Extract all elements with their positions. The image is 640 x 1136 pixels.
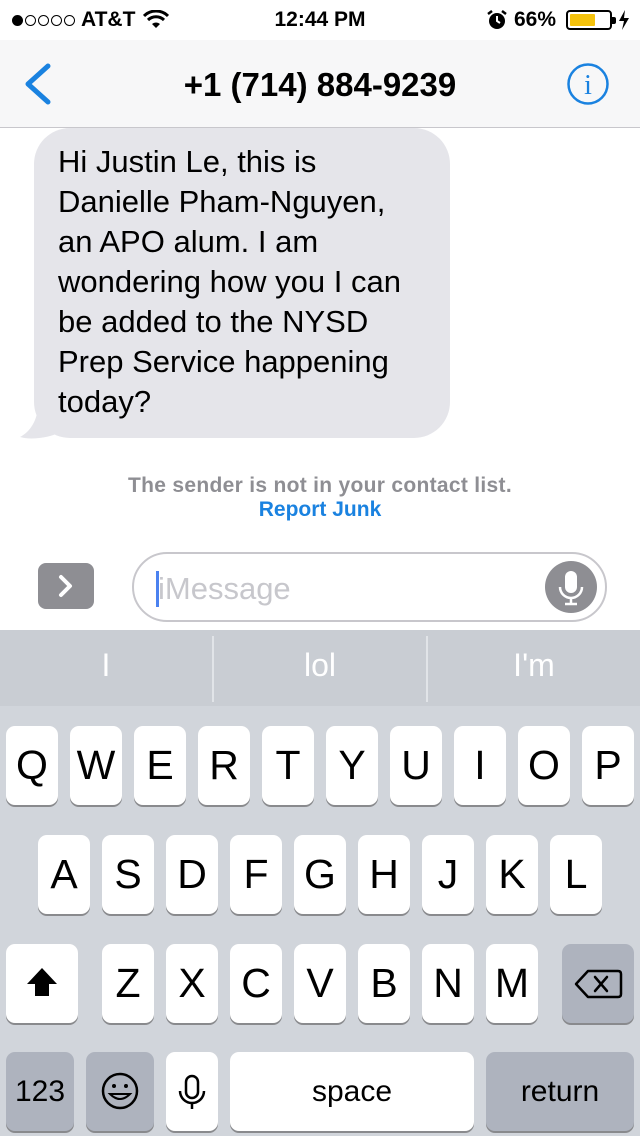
dictation-button[interactable] bbox=[545, 561, 597, 613]
charging-bolt-icon bbox=[619, 10, 629, 30]
key-y[interactable]: Y bbox=[326, 726, 378, 805]
return-key[interactable]: return bbox=[486, 1052, 634, 1131]
space-key[interactable]: space bbox=[230, 1052, 474, 1131]
incoming-message-bubble[interactable]: Hi Justin Le, this is Danielle Pham-Nguy… bbox=[34, 128, 450, 438]
key-f[interactable]: F bbox=[230, 835, 282, 914]
key-l[interactable]: L bbox=[550, 835, 602, 914]
key-s[interactable]: S bbox=[102, 835, 154, 914]
app-drawer-button[interactable] bbox=[38, 563, 94, 609]
shift-arrow-icon bbox=[27, 968, 57, 996]
alarm-icon bbox=[487, 10, 507, 29]
suggestion-3[interactable]: I'm bbox=[428, 630, 640, 706]
chevron-right-icon bbox=[59, 575, 72, 597]
key-i[interactable]: I bbox=[454, 726, 506, 805]
key-w[interactable]: W bbox=[70, 726, 122, 805]
key-n[interactable]: N bbox=[422, 944, 474, 1023]
key-p[interactable]: P bbox=[582, 726, 634, 805]
key-d[interactable]: D bbox=[166, 835, 218, 914]
keyboard: I lol I'm QWERTYUIOP ASDFGHJKL ZXCVBNM 1… bbox=[0, 630, 640, 1136]
message-input[interactable]: iMessage bbox=[132, 552, 607, 622]
info-icon[interactable]: i bbox=[566, 62, 610, 106]
message-input-placeholder: iMessage bbox=[158, 571, 291, 606]
backspace-icon bbox=[574, 969, 623, 999]
battery-icon bbox=[566, 10, 616, 30]
conversation-header: +1 (714) 884-9239 i bbox=[0, 40, 640, 128]
suggestion-2[interactable]: lol bbox=[214, 630, 426, 706]
unknown-sender-notice: The sender is not in your contact list. bbox=[128, 474, 512, 497]
key-k[interactable]: K bbox=[486, 835, 538, 914]
key-j[interactable]: J bbox=[422, 835, 474, 914]
key-z[interactable]: Z bbox=[102, 944, 154, 1023]
key-c[interactable]: C bbox=[230, 944, 282, 1023]
key-a[interactable]: A bbox=[38, 835, 90, 914]
numbers-key[interactable]: 123 bbox=[6, 1052, 74, 1131]
microphone-icon bbox=[178, 1074, 206, 1109]
key-x[interactable]: X bbox=[166, 944, 218, 1023]
key-v[interactable]: V bbox=[294, 944, 346, 1023]
key-h[interactable]: H bbox=[358, 835, 410, 914]
key-u[interactable]: U bbox=[390, 726, 442, 805]
key-t[interactable]: T bbox=[262, 726, 314, 805]
emoji-smiley-icon bbox=[101, 1072, 139, 1110]
key-e[interactable]: E bbox=[134, 726, 186, 805]
predictive-bar: I lol I'm bbox=[0, 630, 640, 706]
suggestion-1[interactable]: I bbox=[0, 630, 212, 706]
emoji-key[interactable] bbox=[86, 1052, 154, 1131]
microphone-icon bbox=[558, 571, 584, 606]
battery-percent: 66% bbox=[513, 8, 556, 31]
svg-text:i: i bbox=[584, 70, 592, 101]
key-q[interactable]: Q bbox=[6, 726, 58, 805]
status-right: 66% bbox=[486, 8, 630, 32]
status-bar: AT&T 12:44 PM 66% bbox=[0, 0, 640, 40]
key-g[interactable]: G bbox=[294, 835, 346, 914]
key-b[interactable]: B bbox=[358, 944, 410, 1023]
report-junk-link[interactable]: Report Junk bbox=[259, 498, 382, 521]
delete-key[interactable] bbox=[562, 944, 634, 1023]
key-r[interactable]: R bbox=[198, 726, 250, 805]
shift-key[interactable] bbox=[6, 944, 78, 1023]
back-chevron-icon[interactable] bbox=[20, 62, 56, 106]
contact-phone-number: +1 (714) 884-9239 bbox=[183, 66, 457, 103]
key-m[interactable]: M bbox=[486, 944, 538, 1023]
key-o[interactable]: O bbox=[518, 726, 570, 805]
dictation-key[interactable] bbox=[166, 1052, 218, 1131]
